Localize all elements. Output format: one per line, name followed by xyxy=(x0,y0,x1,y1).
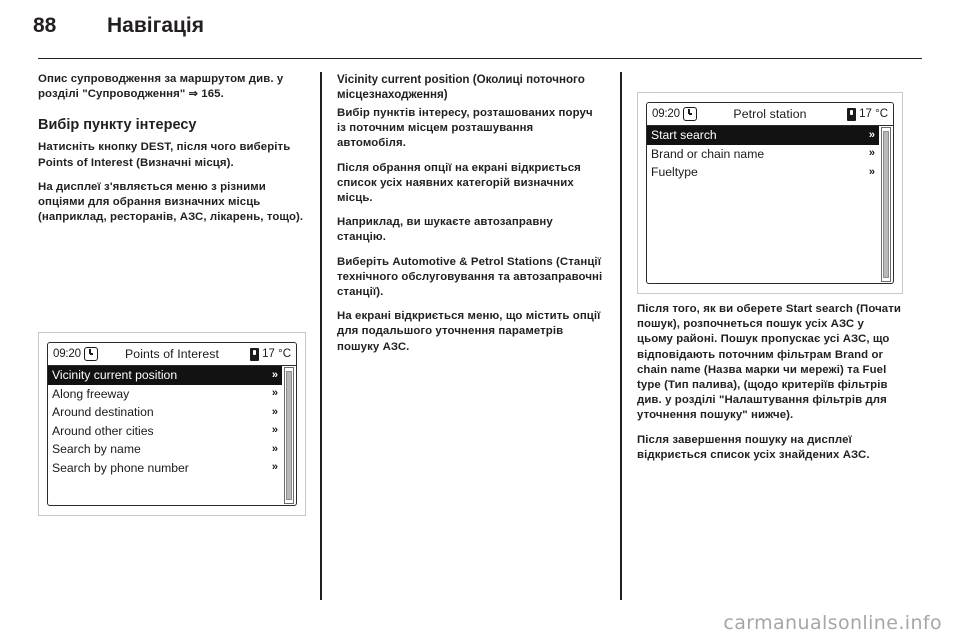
chevron-right-icon: » xyxy=(271,442,278,455)
status-right-petrol: 17 °C xyxy=(832,107,888,121)
left-paragraph-2: На дисплеї з'являється меню з різними оп… xyxy=(38,180,304,224)
chevron-right-icon: » xyxy=(271,387,278,400)
menu-item[interactable]: Vicinity current position » xyxy=(48,366,282,385)
menu-item-label: Search by phone number xyxy=(52,460,189,475)
page-number: 88 xyxy=(33,14,57,37)
menu-item[interactable]: Fueltype » xyxy=(647,163,879,182)
column-divider-left xyxy=(320,72,322,602)
column-divider-right xyxy=(620,72,622,602)
menu-item[interactable]: Brand or chain name » xyxy=(647,145,879,164)
outside-temperature: 17 °C xyxy=(262,348,291,360)
scrollbar-thumb-poi[interactable] xyxy=(286,370,292,501)
middle-paragraph-2: Після обрання опції на екрані відкриєтьс… xyxy=(337,161,581,205)
figure-petrol-station-screen: 09:20 Petrol station 17 °C Start search »… xyxy=(637,92,903,294)
screen-title-poi: Points of Interest xyxy=(124,347,220,361)
clock-icon xyxy=(682,107,697,121)
page-header: 88 Навігація xyxy=(0,0,960,59)
middle-paragraph-1: Вибір пунктів інтересу, розташованих пор… xyxy=(337,107,593,150)
middle-paragraph-3: Наприклад, ви шукаєте автозаправну станц… xyxy=(337,216,553,244)
menu-item-label: Search by name xyxy=(52,442,141,457)
menu-item-label: Around other cities xyxy=(52,423,154,438)
right-column: Після того, як ви оберете Start search (… xyxy=(637,302,903,472)
chevron-right-icon: » xyxy=(271,368,278,381)
left-paragraph-1: Натисніть кнопку DEST, після чого вибері… xyxy=(38,141,291,169)
chevron-right-icon: » xyxy=(868,165,875,178)
header-divider-rule xyxy=(38,58,922,59)
chevron-right-icon: » xyxy=(271,424,278,437)
menu-item[interactable]: Around other cities » xyxy=(48,422,282,441)
xref-page: 165. xyxy=(201,88,224,101)
menu-item-label: Along freeway xyxy=(52,386,130,401)
clock-time: 09:20 xyxy=(53,348,81,360)
chevron-right-icon: » xyxy=(868,147,875,160)
middle-paragraph-4: Виберіть Automotive & Petrol Stations (С… xyxy=(337,255,603,299)
infotainment-screen-poi: 09:20 Points of Interest 17 °C Vicinity … xyxy=(47,342,297,506)
left-intro-text: Опис супроводження за маршрутом див. у р… xyxy=(38,73,284,101)
footer-band: carmanualsonline.info xyxy=(0,600,960,642)
left-intro-paragraph: Опис супроводження за маршрутом див. у р… xyxy=(38,72,304,102)
section-heading-poi-selection: Вибір пункту інтересу xyxy=(38,117,197,134)
chapter-title: Навігація xyxy=(107,14,205,37)
menu-item-label: Start search xyxy=(651,128,717,143)
clock-time: 09:20 xyxy=(652,108,680,120)
screen-title-petrol: Petrol station xyxy=(733,107,807,121)
chevron-right-icon: » xyxy=(868,128,875,141)
middle-column: Vicinity current position (Околиці поточ… xyxy=(337,72,603,364)
outside-temperature: 17 °C xyxy=(859,108,888,120)
status-bar-poi: 09:20 Points of Interest 17 °C xyxy=(48,343,296,366)
menu-item[interactable]: Around destination » xyxy=(48,403,282,422)
infotainment-screen-petrol: 09:20 Petrol station 17 °C Start search »… xyxy=(646,102,894,284)
menu-item[interactable]: Search by name » xyxy=(48,440,282,459)
cross-reference: ⇒ 165. xyxy=(189,88,224,101)
clock-icon xyxy=(83,347,98,361)
status-bar-petrol: 09:20 Petrol station 17 °C xyxy=(647,103,893,126)
subheading-vicinity-current-position: Vicinity current position (Околиці поточ… xyxy=(337,73,585,101)
menu-item-label: Brand or chain name xyxy=(651,146,765,161)
middle-paragraph-5: На екрані відкриється меню, що містить о… xyxy=(337,310,601,353)
status-left-poi: 09:20 xyxy=(53,347,109,361)
site-watermark: carmanualsonline.info xyxy=(723,612,942,634)
status-right-poi: 17 °C xyxy=(235,347,291,361)
menu-list-poi: Vicinity current position » Along freeway »… xyxy=(48,366,282,505)
thermometer-icon xyxy=(847,107,857,121)
scrollbar-thumb-petrol[interactable] xyxy=(883,131,889,278)
screen-body-poi: Vicinity current position » Along freeway »… xyxy=(48,366,296,505)
screen-body-petrol: Start search» Brand or chain name» Fueltyp… xyxy=(647,126,893,283)
scrollbar-petrol[interactable] xyxy=(881,127,891,282)
figure-points-of-interest-screen: 09:20 Points of Interest 17 °C Vicinity … xyxy=(38,332,306,516)
menu-item-label: Vicinity current position xyxy=(52,368,178,383)
menu-item[interactable]: Along freeway » xyxy=(48,385,282,404)
menu-item[interactable]: Start search » xyxy=(647,126,879,145)
menu-item-label: Fueltype xyxy=(651,165,698,180)
chevron-right-icon: » xyxy=(271,461,278,474)
thermometer-icon xyxy=(250,347,260,361)
menu-item[interactable]: Search by phone number » xyxy=(48,459,282,478)
menu-item-label: Around destination xyxy=(52,405,154,420)
xref-arrow-icon: ⇒ xyxy=(188,87,198,100)
status-left-petrol: 09:20 xyxy=(652,107,708,121)
right-paragraph-2: Після завершення пошуку на дисплеї відкр… xyxy=(637,433,870,461)
scrollbar-poi[interactable] xyxy=(284,367,294,504)
menu-list-petrol: Start search» Brand or chain name» Fueltyp… xyxy=(647,126,879,283)
left-column: Опис супроводження за маршрутом див. у р… xyxy=(38,72,304,234)
chevron-right-icon: » xyxy=(271,405,278,418)
right-paragraph-1: Після того, як ви оберете Start search (… xyxy=(637,303,902,422)
